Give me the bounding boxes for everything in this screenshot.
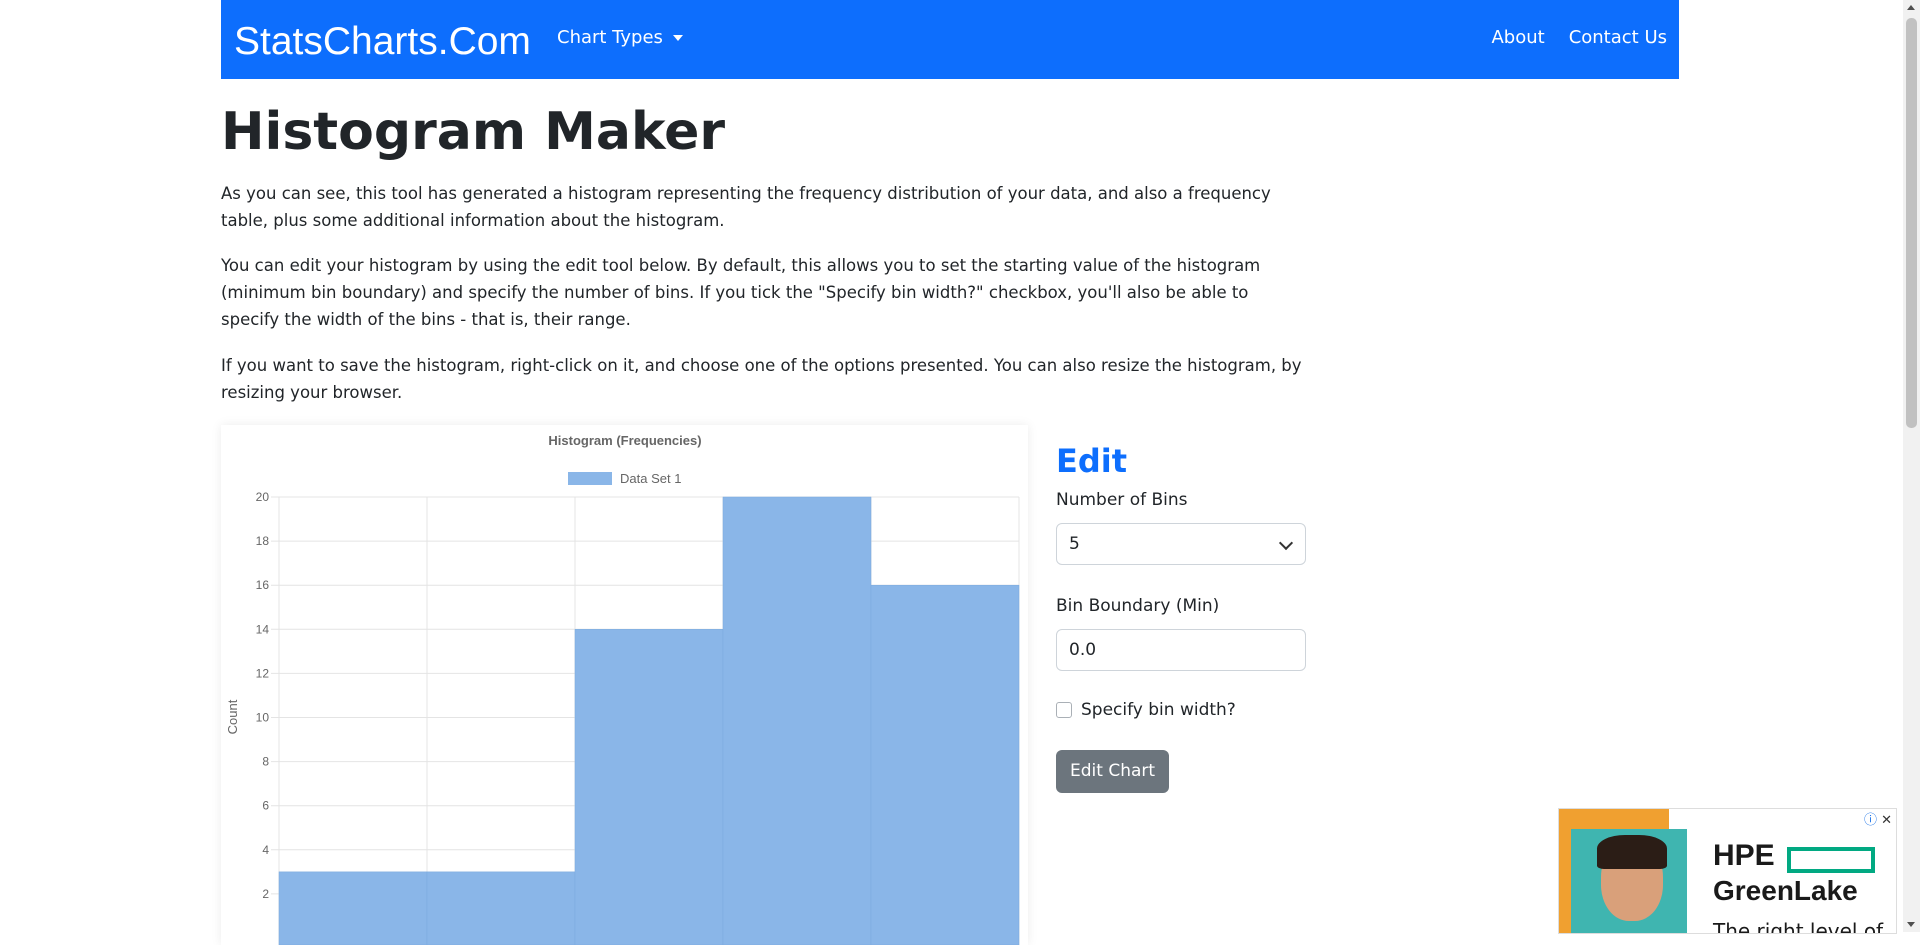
edit-chart-button[interactable]: Edit Chart: [1056, 750, 1170, 793]
hpe-logo-rect: [1787, 847, 1875, 873]
scroll-down-icon[interactable]: [1907, 922, 1915, 927]
chart-svg: 20 18 16 14 12 10 8 6 4 2 Histogram (Frequencies)…: [225, 433, 1020, 945]
bins-value: 5: [1069, 534, 1080, 554]
advertisement[interactable]: HPE GreenLake The right level of ⓘ ✕: [1558, 808, 1897, 934]
y-tick-label: 4: [262, 843, 269, 857]
caret-down-icon: [672, 34, 683, 41]
y-tick-label: 20: [256, 490, 270, 504]
y-tick-label: 2: [262, 887, 269, 901]
boundary-input[interactable]: [1056, 629, 1306, 671]
bin-width-row: Specify bin width?: [1056, 700, 1236, 720]
chart-types-label: Chart Types: [557, 27, 663, 48]
boundary-label: Bin Boundary (Min): [1056, 596, 1220, 616]
save-info-paragraph: If you want to save the histogram, right…: [221, 356, 1302, 402]
intro-paragraph: As you can see, this tool has generated …: [221, 184, 1271, 230]
ad-brand-line1: HPE: [1713, 839, 1775, 872]
bins-select[interactable]: 5: [1056, 523, 1306, 565]
close-icon[interactable]: ✕: [1881, 813, 1892, 828]
histogram-bar[interactable]: [574, 629, 724, 945]
nav-right: About Contact Us: [1479, 27, 1679, 48]
page-title: Histogram Maker: [221, 102, 726, 162]
legend-swatch: [568, 472, 612, 485]
y-tick-label: 16: [256, 578, 270, 592]
y-tick-label: 18: [256, 534, 270, 548]
histogram-bar[interactable]: [870, 584, 1020, 945]
about-link[interactable]: About: [1479, 27, 1556, 48]
scroll-up-icon[interactable]: [1907, 5, 1915, 10]
bin-width-checkbox[interactable]: [1056, 702, 1072, 718]
histogram-chart[interactable]: 20 18 16 14 12 10 8 6 4 2 Histogram (Frequencies)…: [221, 425, 1028, 945]
ad-hair: [1597, 835, 1667, 869]
legend-label: Data Set 1: [620, 471, 681, 486]
chart-types-dropdown[interactable]: Chart Types: [557, 27, 683, 48]
ad-brand-line2: GreenLake: [1713, 875, 1858, 906]
y-axis-label: Count: [225, 699, 240, 734]
histogram-bar[interactable]: [426, 871, 576, 945]
chart-title: Histogram (Frequencies): [548, 433, 701, 448]
y-tick-label: 6: [262, 799, 269, 813]
y-tick-label: 12: [256, 666, 270, 680]
histogram-bar[interactable]: [722, 496, 872, 945]
y-tick-label: 14: [256, 622, 270, 636]
ad-photo: [1571, 829, 1687, 933]
scroll-thumb[interactable]: [1906, 18, 1917, 428]
bins-label: Number of Bins: [1056, 490, 1188, 510]
chevron-down-icon: [1278, 535, 1294, 551]
contact-link[interactable]: Contact Us: [1557, 27, 1679, 48]
info-icon[interactable]: ⓘ: [1864, 813, 1877, 828]
histogram-bar[interactable]: [278, 871, 428, 945]
brand-link[interactable]: StatsCharts.Com: [234, 18, 531, 66]
vertical-scrollbar[interactable]: [1903, 0, 1920, 932]
y-tick-label: 8: [262, 755, 269, 769]
edit-title: Edit: [1056, 442, 1128, 480]
bin-width-label[interactable]: Specify bin width?: [1081, 700, 1236, 720]
edit-info-paragraph: You can edit your histogram by using the…: [221, 256, 1261, 329]
ad-controls: ⓘ ✕: [1864, 809, 1892, 828]
navbar: StatsCharts.Com Chart Types About Contac…: [221, 0, 1679, 79]
y-tick-label: 10: [256, 711, 270, 725]
